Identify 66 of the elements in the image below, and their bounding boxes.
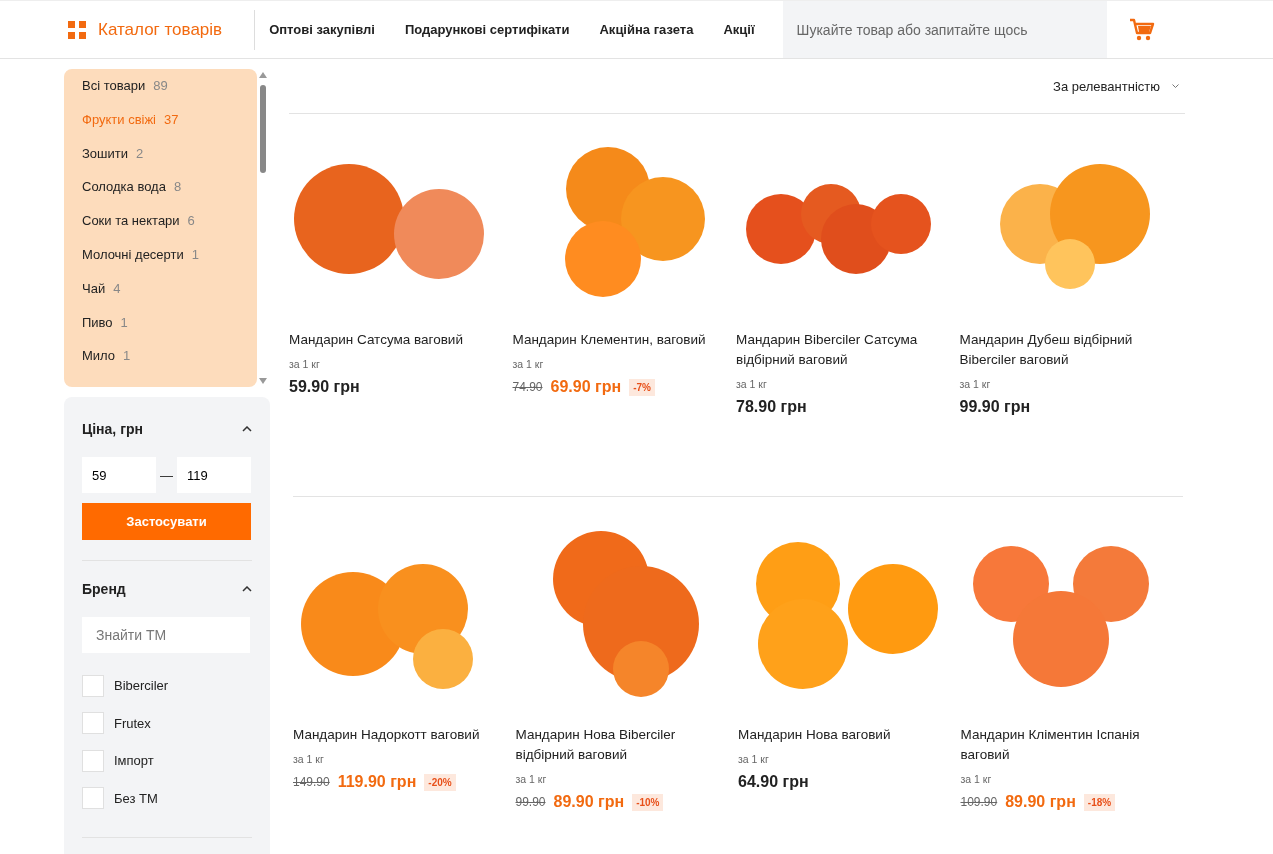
- price: 119.90 грн: [337, 773, 417, 791]
- old-price: 74.90: [512, 380, 543, 394]
- price: 59.90 грн: [289, 378, 360, 396]
- brand-search-field[interactable]: Знайти ТМ: [82, 617, 250, 653]
- cart-icon[interactable]: [1128, 17, 1155, 42]
- price: 89.90 грн: [1005, 793, 1076, 811]
- brand-label: Без ТМ: [114, 790, 158, 806]
- brand-label: Імпорт: [114, 753, 154, 769]
- filter-title: Бренд: [82, 581, 126, 597]
- unit-label: за 1 кг: [293, 753, 325, 765]
- nav-link[interactable]: Оптові закупівлі: [269, 22, 375, 37]
- nav-link[interactable]: Акційна газета: [599, 22, 694, 37]
- checkbox[interactable]: [82, 674, 104, 697]
- unit-label: за 1 кг: [515, 773, 548, 785]
- product-name[interactable]: Мандарин Надоркотт ваговий: [293, 725, 508, 745]
- product-name[interactable]: Мандарин Нова Biberciler відбірний ваговий: [515, 725, 731, 765]
- chevron-icon[interactable]: [242, 586, 252, 592]
- price: 69.90 грн: [550, 378, 622, 396]
- category-item[interactable]: Соки та нектари 6: [82, 212, 257, 246]
- old-price: 149.90: [293, 775, 330, 789]
- product-name[interactable]: Мандарин Biberciler Сатсума відбірний ваговий: [736, 330, 951, 370]
- nav-link[interactable]: Подарункові сертифікати: [404, 22, 570, 37]
- category-item[interactable]: Мило 1: [82, 347, 257, 382]
- unit-label: за 1 кг: [289, 358, 321, 370]
- min-price-field[interactable]: 59: [82, 457, 156, 493]
- discount-badge: -7%: [629, 378, 655, 396]
- old-price: 109.90: [960, 795, 998, 809]
- product-name[interactable]: Мандарин Нова ваговий: [738, 725, 953, 745]
- product-name[interactable]: Мандарин Сатсума ваговий: [289, 330, 504, 350]
- checkbox[interactable]: [82, 712, 104, 735]
- discount-badge: -18%: [1083, 793, 1116, 811]
- unit-label: за 1 кг: [736, 378, 768, 390]
- sort-dropdown[interactable]: За релевантністю: [1053, 78, 1179, 94]
- discount-badge: -10%: [632, 793, 664, 811]
- category-item[interactable]: Солодка вода 8: [82, 178, 257, 213]
- max-price-field[interactable]: 119: [177, 457, 251, 493]
- nav-link[interactable]: Акції: [723, 22, 755, 37]
- price: 99.90 грн: [959, 398, 1031, 416]
- unit-label: за 1 кг: [512, 358, 545, 370]
- range-dash: —: [159, 467, 174, 483]
- product-name[interactable]: Мандарин Клементин, ваговий: [512, 330, 728, 350]
- category-item[interactable]: Чай 4: [82, 279, 257, 314]
- search-field[interactable]: Шукайте товар або запитайте щось: [782, 1, 1107, 58]
- price: 89.90 грн: [553, 793, 625, 811]
- category-item[interactable]: Молочні десерти 1: [82, 246, 257, 280]
- unit-label: за 1 кг: [959, 378, 992, 390]
- catalog-label: Каталог товарів: [98, 19, 223, 40]
- category-item[interactable]: Всі товари 89: [82, 77, 257, 111]
- product-name[interactable]: Мандарин Кліментин Іспанія ваговий: [960, 725, 1176, 765]
- unit-label: за 1 кг: [960, 773, 993, 785]
- filter-title: Ціна, грн: [82, 421, 143, 437]
- grid-icon: [68, 20, 86, 39]
- brand-label: Frutex: [114, 715, 151, 731]
- old-price: 99.90: [515, 795, 546, 809]
- caret-icon: [1172, 84, 1179, 88]
- checkbox[interactable]: [82, 749, 104, 772]
- unit-label: за 1 кг: [738, 753, 770, 765]
- category-item[interactable]: Зошити 2: [82, 144, 257, 179]
- product-name[interactable]: Мандарин Дубеш відбірний Biberciler ваговий: [959, 330, 1175, 370]
- discount-badge: -20%: [424, 773, 456, 791]
- brand-label: Biberciler: [114, 678, 169, 694]
- category-item[interactable]: Пиво 1: [82, 313, 257, 348]
- price: 64.90 грн: [738, 773, 809, 791]
- checkbox[interactable]: [82, 787, 104, 810]
- price: 78.90 грн: [736, 398, 807, 416]
- chevron-icon[interactable]: [242, 426, 252, 432]
